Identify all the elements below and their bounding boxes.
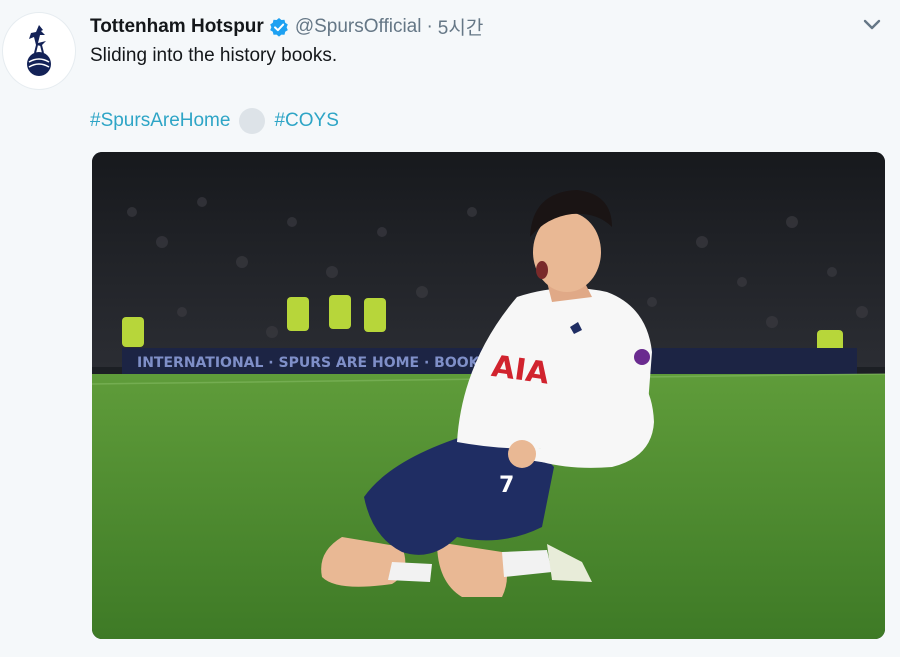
- hashtag-row: #SpursAreHome #COYS: [90, 108, 339, 134]
- emoji-icon: [239, 108, 266, 134]
- celebration-photo: INTERNATIONAL · SPURS ARE HOME · BOOK NO…: [92, 152, 885, 639]
- chevron-down-icon[interactable]: [862, 18, 882, 32]
- tweet-header: Tottenham Hotspur @SpursOfficial · 5시간: [90, 13, 483, 40]
- timestamp[interactable]: 5시간: [438, 13, 484, 40]
- tweet-text: Sliding into the history books.: [90, 45, 338, 66]
- board-text: INTERNATIONAL · SPURS ARE HOME · BOOK NO…: [137, 355, 523, 371]
- user-handle[interactable]: @SpursOfficial: [295, 16, 422, 38]
- shirt-number: 7: [499, 473, 514, 498]
- verified-badge-icon: [269, 17, 289, 37]
- tweet-media-photo[interactable]: INTERNATIONAL · SPURS ARE HOME · BOOK NO…: [92, 152, 885, 639]
- crowd-stands: [92, 152, 885, 367]
- cockerel-crest-icon: [27, 25, 51, 76]
- separator-dot: ·: [426, 15, 433, 37]
- league-badge-icon: [634, 349, 650, 365]
- display-name[interactable]: Tottenham Hotspur: [90, 16, 264, 38]
- hashtag-spurs-are-home[interactable]: #SpursAreHome: [90, 110, 230, 132]
- hashtag-coys[interactable]: #COYS: [274, 110, 338, 132]
- avatar[interactable]: [2, 12, 76, 90]
